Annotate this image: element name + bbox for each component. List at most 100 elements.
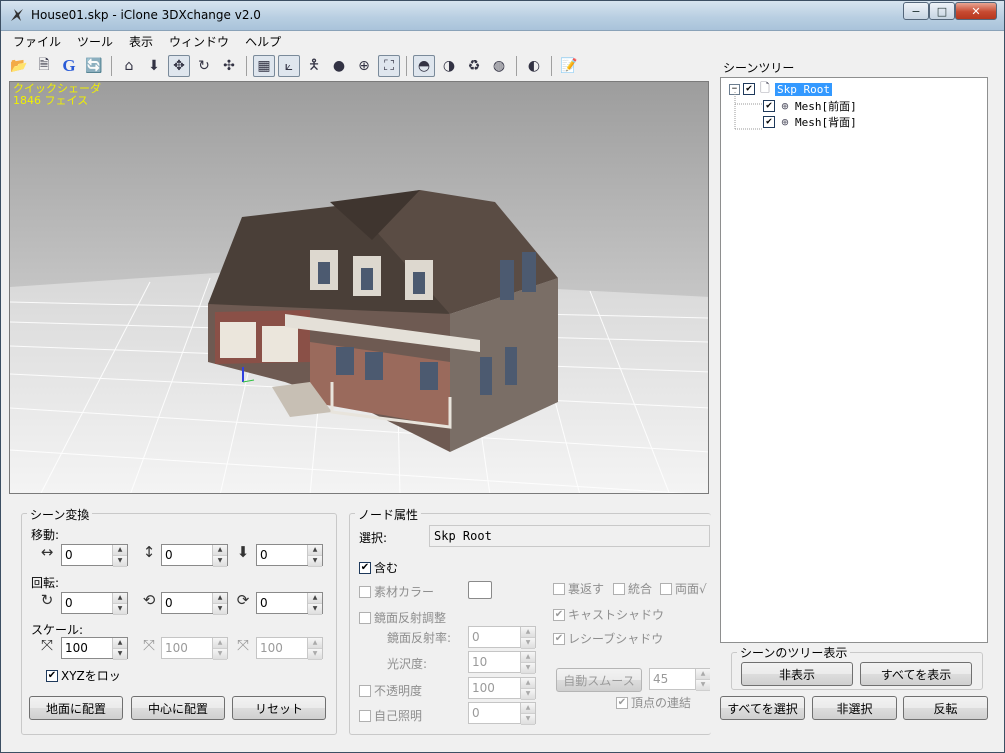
place-center-button[interactable]: 中心に配置 [131, 696, 225, 720]
move-x-icon: ↔ [40, 543, 54, 561]
self-illum-label: 自己照明 [374, 709, 423, 723]
hide-button[interactable]: 非表示 [741, 662, 853, 686]
include-label: 含む [374, 561, 399, 575]
move-label: 移動: [31, 528, 60, 542]
close-button[interactable]: ✕ [955, 2, 997, 20]
material-color-check-icon [359, 585, 371, 598]
include-check-icon[interactable]: ✔ [359, 561, 371, 574]
material-color-swatch [468, 581, 492, 599]
convert-icon[interactable]: 🔄 [83, 55, 105, 77]
wireframe-sphere-icon[interactable]: ⊕ [353, 55, 375, 77]
toolbar-separator [406, 56, 407, 76]
move-z-input[interactable]: 0 ▲ ▼ [256, 544, 323, 567]
figure-icon[interactable]: 🯅 [303, 55, 325, 77]
pixel-shader-icon[interactable]: ◑ [438, 55, 460, 77]
tree-mesh-label[interactable]: Mesh[前面] [795, 98, 857, 114]
opacity-input: 100 ▲ ▼ [468, 677, 536, 700]
weld-vertices-label: 頂点の連結 [631, 696, 692, 710]
google-icon[interactable]: G [58, 55, 80, 77]
app-icon [11, 9, 23, 21]
tree-root-label[interactable]: Skp Root [775, 82, 832, 96]
gloss-input: 10 ▲ ▼ [468, 651, 536, 674]
scene-transform-title: シーン変換 [27, 506, 93, 523]
selected-node-field[interactable]: Skp Root [429, 525, 710, 547]
select-all-button[interactable]: すべてを選択 [720, 696, 805, 720]
menu-bar: ファイル ツール 表示 ウィンドウ ヘルプ [5, 31, 1000, 51]
fit-view-icon[interactable]: ⛶ [378, 55, 400, 77]
rotate-x-input[interactable]: 0 ▲ ▼ [61, 592, 128, 615]
home-view-icon[interactable]: ⌂ [118, 55, 140, 77]
specular-adjust-checkbox: 鏡面反射調整 [359, 609, 446, 626]
open-file-icon[interactable]: 📂 [8, 55, 30, 77]
tree-mesh-label[interactable]: Mesh[背面] [795, 114, 857, 130]
include-checkbox[interactable]: ✔ 含む [359, 559, 398, 576]
quick-shader-icon[interactable]: ◓ [413, 55, 435, 77]
merge-checkbox: 統合 [613, 580, 652, 597]
menu-window[interactable]: ウィンドウ [161, 33, 237, 50]
xyz-lock-check-icon[interactable]: ✔ [46, 669, 58, 682]
rotate-label: 回転: [31, 576, 60, 590]
menu-tools[interactable]: ツール [69, 33, 121, 50]
cast-shadow-label: キャストシャドウ [568, 608, 665, 622]
3d-viewport[interactable]: クイックシェーダ 1846 フェイス [9, 81, 709, 494]
move-y-input[interactable]: 0 ▲ ▼ [161, 544, 228, 567]
rotate-z-input[interactable]: 0 ▲ ▼ [256, 592, 323, 615]
specular-rate-input: 0 ▲ ▼ [468, 626, 536, 649]
move-tool-icon[interactable]: ✥ [168, 55, 190, 77]
tree-mesh-row[interactable]: ✔ ⊕ Mesh[前面] [763, 98, 857, 114]
show-all-button[interactable]: すべてを表示 [860, 662, 972, 686]
move-x-input[interactable]: 0 ▲ ▼ [61, 544, 128, 567]
viewport-scene [10, 190, 708, 493]
auto-smooth-input: 45 ▲ ▼ [649, 668, 710, 691]
invert-button[interactable]: 反転 [903, 696, 988, 720]
cast-shadow-checkbox: ✔ キャストシャドウ [553, 606, 664, 623]
axis-icon[interactable]: ⟀ [278, 55, 300, 77]
grid-icon[interactable]: ▦ [253, 55, 275, 77]
light-icon[interactable]: ◐ [523, 55, 545, 77]
refresh-icon[interactable]: ♻ [463, 55, 485, 77]
export-icon[interactable]: 🗎 [33, 55, 55, 77]
menu-file[interactable]: ファイル [5, 33, 69, 50]
scale-z-input: 100 ▲ ▼ [256, 637, 323, 660]
tree-display-title: シーンのツリー表示 [737, 644, 851, 661]
reset-button[interactable]: リセット [232, 696, 326, 720]
title-bar[interactable]: House01.skp - iClone 3DXchange v2.0 − □ … [1, 1, 1004, 31]
receive-shadow-checkbox: ✔ レシーブシャドウ [553, 630, 663, 647]
toolbar-separator [111, 56, 112, 76]
deselect-button[interactable]: 非選択 [812, 696, 897, 720]
shaded-sphere-icon[interactable]: ● [328, 55, 350, 77]
minimize-button[interactable]: − [903, 2, 929, 20]
specular-adjust-check-icon [359, 611, 371, 624]
down-arrow-icon[interactable]: ⬇ [143, 55, 165, 77]
maximize-button[interactable]: □ [929, 2, 955, 20]
material-color-checkbox: 素材カラー [359, 583, 434, 600]
two-sided-check-icon [660, 582, 672, 595]
scale-x-input[interactable]: 100 ▲ ▼ [61, 637, 128, 660]
xyz-lock-checkbox[interactable]: ✔ XYZをロッ [46, 667, 121, 684]
xyz-lock-label: XYZをロッ [61, 669, 121, 683]
toolbar-separator [551, 56, 552, 76]
gloss-label: 光沢度: [387, 657, 428, 671]
specular-adjust-label: 鏡面反射調整 [374, 611, 447, 625]
move-z-icon: ⬇ [236, 543, 250, 561]
rotate-y-input[interactable]: 0 ▲ ▼ [161, 592, 228, 615]
notepad-icon[interactable]: 📝 [558, 55, 580, 77]
weld-vertices-checkbox: ✔ 頂点の連結 [616, 694, 691, 711]
cast-shadow-check-icon: ✔ [553, 608, 565, 621]
self-illum-checkbox: 自己照明 [359, 707, 422, 724]
tree-mesh-row[interactable]: ✔ ⊕ Mesh[背面] [763, 114, 857, 130]
scale-y-icon: ⤧ [142, 636, 155, 654]
scale-tool-icon[interactable]: ✣ [218, 55, 240, 77]
select-label: 選択: [359, 531, 388, 545]
rotate-tool-icon[interactable]: ↻ [193, 55, 215, 77]
toolbar: 📂 🗎 G 🔄 ⌂ ⬇ ✥ ↻ ✣ ▦ ⟀ 🯅 ● ⊕ ⛶ ◓ ◑ ♻ ◍ ◐ … [5, 53, 707, 79]
scale-x-icon: ⤧ [40, 636, 53, 654]
opacity-label: 不透明度 [374, 684, 423, 698]
scene-tree-panel[interactable]: − ✔ 🗋 Skp Root ✔ ⊕ Mesh[前面] ✔ ⊕ Mesh[背面] [720, 77, 988, 643]
place-ground-button[interactable]: 地面に配置 [29, 696, 123, 720]
material-ball-icon[interactable]: ◍ [488, 55, 510, 77]
receive-shadow-check-icon: ✔ [553, 632, 565, 645]
self-illum-check-icon [359, 709, 371, 722]
menu-view[interactable]: 表示 [121, 33, 161, 50]
menu-help[interactable]: ヘルプ [237, 33, 289, 50]
